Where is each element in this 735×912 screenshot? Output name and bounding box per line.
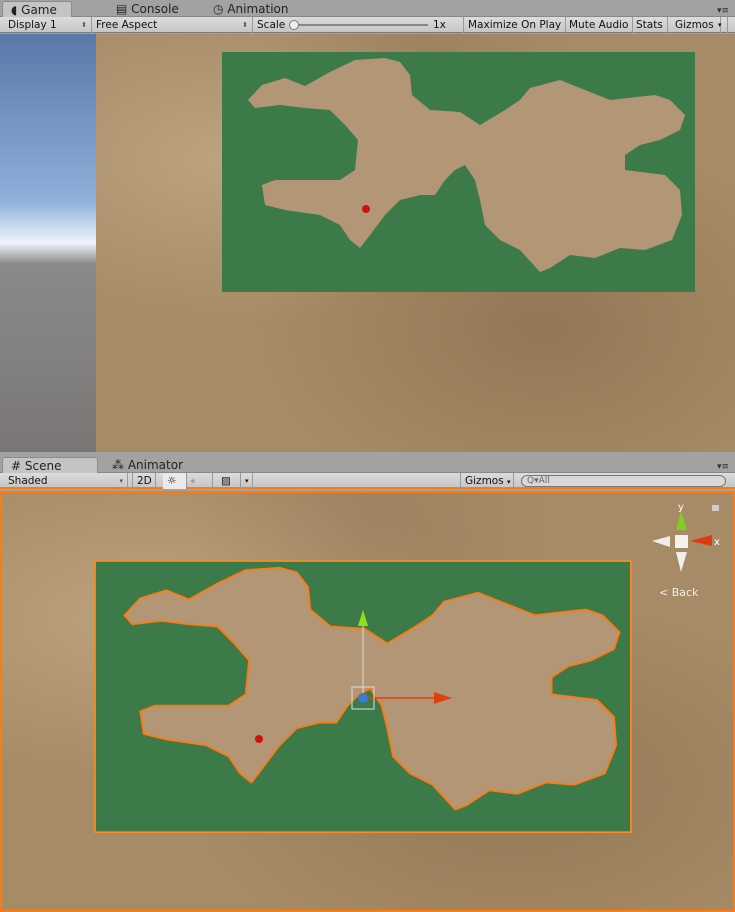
maximize-on-play-button[interactable]: Maximize On Play [464,17,567,33]
clock-icon: ◷ [213,2,224,16]
effects-toggle[interactable]: ▨ [217,473,241,489]
svg-text:x: x [714,537,720,548]
lock-icon[interactable] [712,505,719,511]
shading-dropdown[interactable]: Shaded ▾ [4,473,128,489]
audio-toggle[interactable]: 🔈︎ [187,473,213,489]
scene-search-input[interactable]: Q▾All [521,475,726,487]
player-ball [362,205,370,213]
skybox [0,34,96,452]
gizmo-y-cone[interactable] [676,511,687,530]
gizmos-dropdown-arrow[interactable]: ▾ [714,17,728,33]
scene-tab-bar: # Scene ⁂ Animator ▾≡ [0,456,735,473]
panel-menu-icon[interactable]: ▾≡ [717,462,729,472]
tab-animation[interactable]: ◷ Animation [205,1,297,17]
gizmo-neg-x-cone[interactable] [652,536,670,547]
mute-audio-button[interactable]: Mute Audio [565,17,634,33]
image-icon: ▨ [221,475,231,487]
panel-menu-icon[interactable]: ▾≡ [717,6,729,16]
gizmo-x-cone[interactable] [690,535,712,546]
scene-toolbar: Shaded ▾ 2D ☼ 🔈︎ ▨ ▾ Gizmos ▾ Q▾All [0,473,735,489]
console-icon: ▤ [116,2,128,16]
effects-dropdown-arrow[interactable]: ▾ [241,473,253,489]
slider-thumb[interactable] [289,20,299,30]
orientation-gizmo[interactable]: y x < Back [652,502,720,599]
game-toolbar: Display 1 ⬍ Free Aspect ⬍ Scale 1x Maximiz… [0,17,735,33]
search-icon: Q▾ [527,476,539,486]
scale-slider[interactable]: Scale 1x [253,17,464,33]
player-ball [255,735,263,743]
game-view[interactable] [96,34,735,452]
speaker-icon: 🔈︎ [191,475,198,487]
tab-console[interactable]: ▤ Console [108,1,187,17]
stats-button[interactable]: Stats [632,17,668,33]
scene-view[interactable]: y x < Back [0,491,735,912]
tab-animator[interactable]: ⁂ Animator [104,457,191,473]
scene-level: y x < Back [94,502,720,834]
svg-text:y: y [678,502,684,513]
game-tab-bar: ◖ Game ▤ Console ◷ Animation ▾≡ [0,0,735,17]
pacman-icon: ◖ [11,3,18,17]
tab-scene[interactable]: # Scene [2,457,98,473]
game-level [222,52,695,292]
tab-game[interactable]: ◖ Game [2,1,72,17]
pivot-dot [358,693,368,703]
hash-icon: # [11,459,22,473]
gizmo-neg-y-cone[interactable] [676,552,687,572]
aspect-dropdown[interactable]: Free Aspect ⬍ [92,17,253,33]
2d-toggle[interactable]: 2D [132,473,156,489]
back-label[interactable]: < Back [659,586,699,599]
sun-icon: ☼ [167,475,177,487]
animator-icon: ⁂ [112,458,124,472]
display-dropdown[interactable]: Display 1 ⬍ [4,17,92,33]
scene-gizmos-dropdown[interactable]: Gizmos ▾ [460,473,514,489]
lighting-toggle[interactable]: ☼ [163,473,187,489]
slider-track [293,24,428,26]
